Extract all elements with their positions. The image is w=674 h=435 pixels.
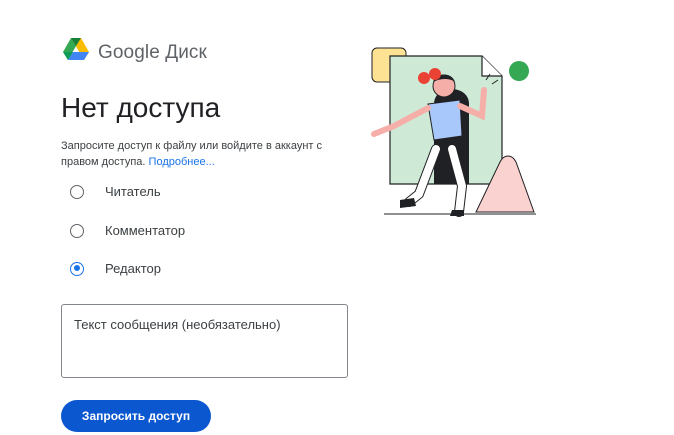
role-option-commenter[interactable]: Комментатор — [70, 223, 185, 238]
role-label-editor: Редактор — [105, 261, 161, 276]
google-drive-icon — [62, 37, 90, 68]
radio-commenter[interactable] — [70, 223, 84, 238]
radio-viewer[interactable] — [70, 184, 84, 199]
radio-editor[interactable] — [70, 261, 84, 276]
learn-more-link[interactable]: Подробнее... — [149, 156, 215, 168]
role-label-commenter: Комментатор — [105, 223, 186, 238]
role-label-viewer: Читатель — [105, 184, 161, 199]
page-title: Нет доступа — [61, 92, 221, 123]
message-textarea[interactable]: Текст сообщения (необязательно) — [61, 304, 348, 378]
no-access-illustration — [364, 44, 539, 219]
logo: Google Диск — [62, 37, 207, 68]
request-access-button[interactable]: Запросить доступ — [61, 400, 211, 432]
role-option-viewer[interactable]: Читатель — [70, 184, 161, 199]
brand-name: Google Диск — [98, 41, 207, 63]
page-description: Запросите доступ к файлу или войдите в а… — [61, 138, 331, 170]
message-placeholder: Текст сообщения (необязательно) — [74, 317, 281, 332]
role-option-editor[interactable]: Редактор — [70, 261, 161, 276]
